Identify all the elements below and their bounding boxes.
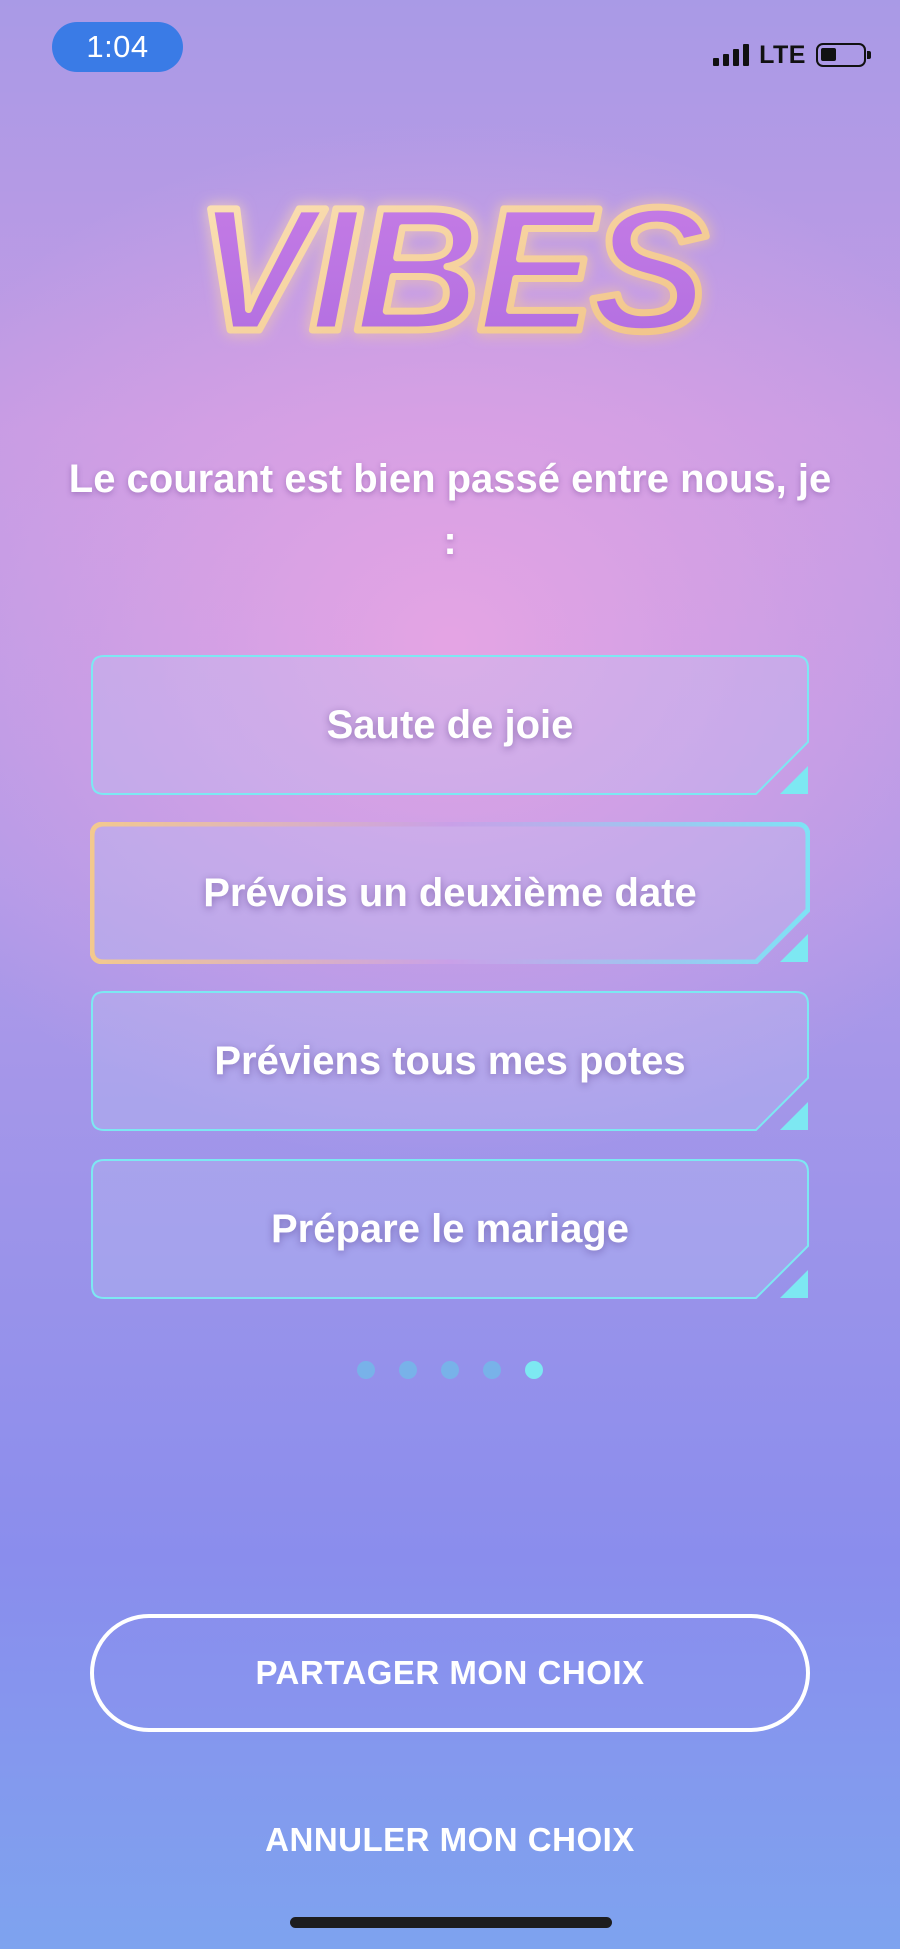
pagination-dot bbox=[399, 1361, 417, 1379]
answer-option[interactable]: Prépare le mariage bbox=[90, 1158, 810, 1300]
answer-option-label: Saute de joie bbox=[326, 702, 574, 747]
battery-icon bbox=[816, 43, 871, 67]
cancel-choice-button[interactable]: ANNULER MON CHOIX bbox=[0, 1810, 900, 1870]
pagination-dot bbox=[525, 1361, 543, 1379]
logo-text: VIBES bbox=[196, 172, 707, 368]
share-choice-button[interactable]: PARTAGER MON CHOIX bbox=[90, 1614, 810, 1732]
answer-option-label: Prépare le mariage bbox=[271, 1206, 629, 1251]
answer-option[interactable]: Prévois un deuxième date bbox=[90, 822, 810, 964]
pagination-dot bbox=[357, 1361, 375, 1379]
question-text: Le courant est bien passé entre nous, je… bbox=[68, 457, 832, 563]
status-icons: LTE bbox=[713, 38, 871, 72]
answer-option[interactable]: Préviens tous mes potes bbox=[90, 990, 810, 1132]
answer-option[interactable]: Saute de joie bbox=[90, 654, 810, 796]
answer-option-label: Prévois un deuxième date bbox=[203, 870, 697, 915]
home-indicator bbox=[290, 1917, 612, 1928]
pagination-dots bbox=[0, 1361, 900, 1379]
vibes-logo: VIBES bbox=[192, 169, 714, 371]
pagination-dot bbox=[483, 1361, 501, 1379]
pagination-dot bbox=[441, 1361, 459, 1379]
answer-option-label: Préviens tous mes potes bbox=[214, 1038, 686, 1083]
signal-icon bbox=[713, 44, 750, 66]
network-label: LTE bbox=[759, 40, 806, 69]
status-time: 1:04 bbox=[52, 22, 183, 72]
